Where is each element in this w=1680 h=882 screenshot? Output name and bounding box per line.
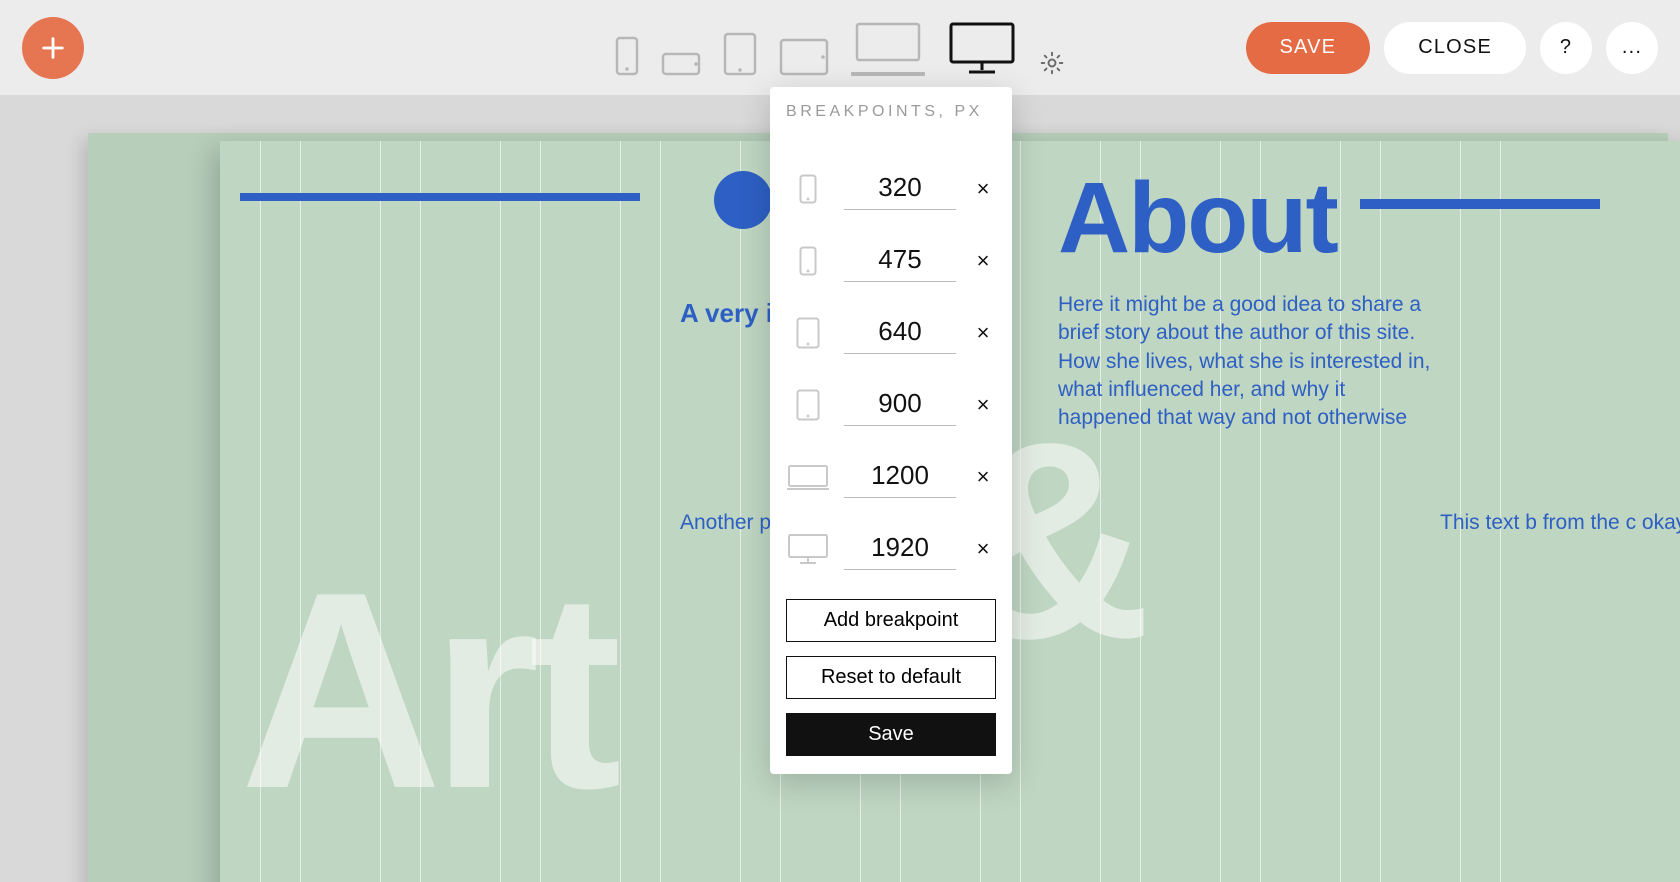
breakpoint-row: × [786, 225, 996, 297]
add-breakpoint-button[interactable]: Add breakpoint [786, 599, 996, 642]
help-button[interactable]: ? [1540, 22, 1592, 74]
art-decoration: Art [240, 531, 611, 852]
divider-rule-left [240, 193, 640, 201]
breakpoint-row: × [786, 297, 996, 369]
top-toolbar: SAVE CLOSE ? ... [0, 0, 1680, 95]
close-icon: × [977, 392, 990, 417]
popover-title: Breakpoints, px [786, 103, 996, 121]
device-phone-landscape[interactable] [661, 52, 701, 76]
breakpoint-input[interactable] [844, 528, 956, 570]
breakpoints-popover: Breakpoints, px × × × × × × Add breakpoi… [770, 87, 1012, 774]
tablet-portrait-icon [786, 389, 830, 421]
breakpoint-input[interactable] [844, 384, 956, 426]
delete-breakpoint-button[interactable]: × [970, 464, 996, 490]
breakpoint-input[interactable] [844, 456, 956, 498]
toolbar-actions: SAVE CLOSE ? ... [1246, 0, 1659, 95]
reset-breakpoints-button[interactable]: Reset to default [786, 656, 996, 699]
plus-icon [39, 34, 67, 62]
delete-breakpoint-button[interactable]: × [970, 176, 996, 202]
delete-breakpoint-button[interactable]: × [970, 248, 996, 274]
close-icon: × [977, 320, 990, 345]
accent-dot [714, 171, 772, 229]
device-switcher [615, 20, 1065, 76]
close-icon: × [977, 464, 990, 489]
delete-breakpoint-button[interactable]: × [970, 536, 996, 562]
device-desktop[interactable] [947, 20, 1017, 76]
delete-breakpoint-button[interactable]: × [970, 320, 996, 346]
breakpoint-input[interactable] [844, 240, 956, 282]
breakpoint-row: × [786, 513, 996, 585]
device-phone-portrait[interactable] [615, 36, 639, 76]
more-button[interactable]: ... [1606, 22, 1658, 74]
delete-breakpoint-button[interactable]: × [970, 392, 996, 418]
device-tablet-portrait[interactable] [723, 32, 757, 76]
device-tablet-landscape[interactable] [779, 38, 829, 76]
about-body-text[interactable]: Here it might be a good idea to share a … [1058, 291, 1438, 433]
save-button[interactable]: SAVE [1246, 22, 1371, 74]
laptop-icon [786, 463, 830, 491]
gear-icon [1039, 50, 1065, 76]
tablet-portrait-icon [786, 317, 830, 349]
breakpoint-row: × [786, 369, 996, 441]
device-laptop[interactable] [851, 20, 925, 76]
breakpoint-input[interactable] [844, 168, 956, 210]
close-icon: × [977, 536, 990, 561]
close-icon: × [977, 248, 990, 273]
section-heading[interactable]: About [1058, 161, 1337, 276]
breakpoint-settings-button[interactable] [1039, 50, 1065, 76]
paragraph-3[interactable]: This text b from the c okay and [1440, 509, 1680, 536]
desktop-icon [786, 532, 830, 566]
close-icon: × [977, 176, 990, 201]
phone-portrait-icon [786, 174, 830, 204]
divider-rule-right [1360, 199, 1600, 209]
breakpoint-row: × [786, 441, 996, 513]
add-button[interactable] [22, 17, 84, 79]
save-breakpoints-button[interactable]: Save [786, 713, 996, 756]
breakpoint-row: × [786, 153, 996, 225]
close-button[interactable]: CLOSE [1384, 22, 1526, 74]
breakpoint-input[interactable] [844, 312, 956, 354]
phone-portrait-icon [786, 246, 830, 276]
